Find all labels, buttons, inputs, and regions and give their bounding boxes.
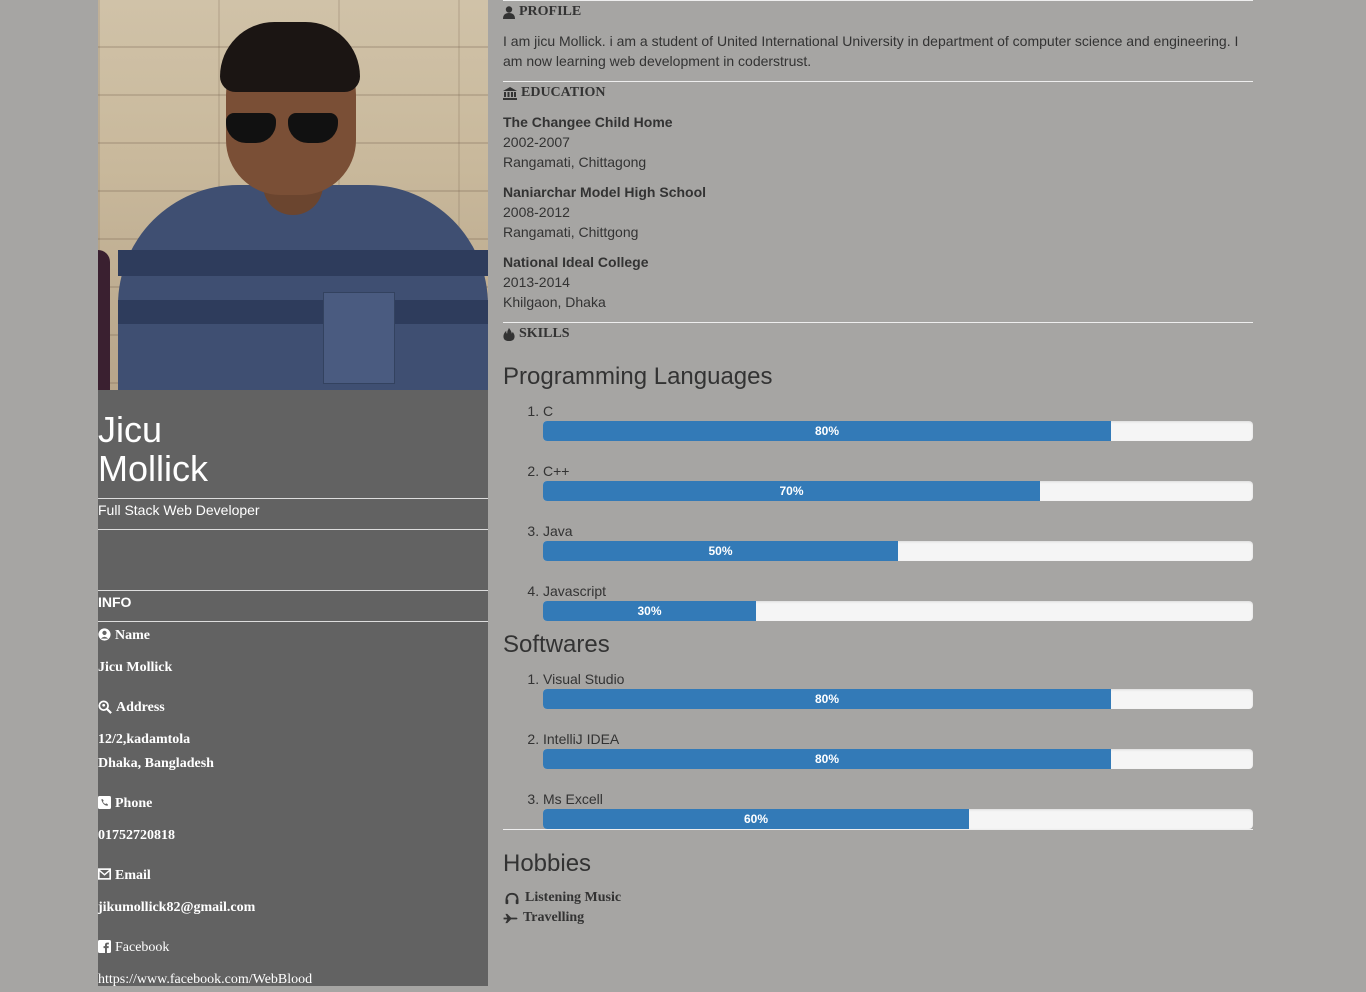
programming-list: C 80% C++ 70% Java 50% Javascript 30% [503, 401, 1253, 641]
skills-heading-text: SKILLS [519, 326, 570, 341]
school-place: Rangamati, Chittagong [503, 154, 647, 170]
skill-name: Ms Excell [543, 791, 603, 807]
progress-bar: 70% [543, 481, 1253, 501]
info-section: Name Jicu Mollick Address 12/2,kadamtola… [98, 628, 488, 992]
skill-name: Javascript [543, 583, 607, 599]
progress-bar: 80% [543, 421, 1253, 441]
bank-icon [503, 86, 517, 100]
software-list: Visual Studio 80% IntelliJ IDEA 80% Ms Excel… [503, 669, 1253, 849]
envelope-icon [98, 868, 111, 880]
school-years: 2008-2012 [503, 204, 570, 220]
user-circle-icon [98, 628, 111, 641]
education-item: Naniarchar Model High School 2008-2012 Ran… [503, 182, 1253, 242]
full-name: Jicu Mollick [98, 410, 488, 488]
progress-bar: 80% [543, 749, 1253, 769]
education-heading: EDUCATION [503, 82, 1253, 104]
search-location-icon [98, 700, 112, 714]
name-label: Name [115, 628, 150, 643]
programming-title: Programming Languages [503, 363, 773, 390]
progress-bar: 80% [543, 689, 1253, 709]
skill-item: Java 50% [543, 521, 1253, 581]
hobby-label: Listening Music [525, 890, 622, 905]
address-line2: Dhaka, Bangladesh [98, 756, 214, 771]
skill-item: IntelliJ IDEA 80% [543, 729, 1253, 789]
address-label: Address [116, 700, 165, 715]
school-years: 2002-2007 [503, 134, 570, 150]
skill-name: C [543, 403, 554, 419]
address-line1: 12/2,kadamtola [98, 732, 191, 747]
school-place: Rangamati, Chittgong [503, 224, 639, 240]
school-years: 2013-2014 [503, 274, 570, 290]
info-heading: INFO [98, 594, 132, 610]
skill-item: C 80% [543, 401, 1253, 461]
email-value[interactable]: jikumollick82@gmail.com [98, 896, 488, 920]
job-title: Full Stack Web Developer [98, 502, 260, 518]
progress-fill: 80% [543, 421, 1111, 441]
profile-heading: PROFILE [503, 1, 1253, 23]
education-list: The Changee Child Home 2002-2007 Rangamati… [503, 112, 1253, 312]
name-value: Jicu Mollick [98, 660, 173, 675]
profile-heading-text: PROFILE [519, 4, 582, 19]
facebook-label: Facebook [115, 940, 170, 955]
school-name: The Changee Child Home [503, 114, 673, 130]
profile-photo [98, 0, 488, 390]
skill-item: Visual Studio 80% [543, 669, 1253, 729]
progress-bar: 60% [543, 809, 1253, 829]
profile-text: I am jicu Mollick. i am a student of Uni… [503, 33, 1239, 69]
last-name: Mollick [98, 448, 209, 489]
software-title: Softwares [503, 631, 610, 658]
phone-square-icon [98, 796, 111, 809]
skill-name: Java [543, 523, 573, 539]
hobby-label: Travelling [523, 910, 585, 925]
education-item: The Changee Child Home 2002-2007 Rangamati… [503, 112, 1253, 172]
progress-fill: 80% [543, 689, 1111, 709]
school-name: National Ideal College [503, 254, 649, 270]
progress-fill: 30% [543, 601, 756, 621]
school-place: Khilgaon, Dhaka [503, 294, 606, 310]
main-content: PROFILE I am jicu Mollick. i am a studen… [503, 0, 1253, 928]
facebook-link[interactable]: https://www.facebook.com/WebBlood [98, 968, 488, 992]
skill-name: Visual Studio [543, 671, 625, 687]
skills-heading: SKILLS [503, 323, 1253, 345]
progress-bar: 50% [543, 541, 1253, 561]
fire-icon [503, 327, 515, 341]
education-item: National Ideal College 2013-2014 Khilgaon,… [503, 252, 1253, 312]
plane-icon [503, 913, 518, 923]
phone-value[interactable]: 01752720818 [98, 824, 488, 848]
skill-name: IntelliJ IDEA [543, 731, 620, 747]
education-heading-text: EDUCATION [521, 85, 606, 100]
progress-fill: 80% [543, 749, 1111, 769]
sidebar: Jicu Mollick Full Stack Web Developer IN… [98, 0, 488, 987]
phone-label: Phone [115, 796, 153, 811]
headphones-icon [505, 892, 519, 904]
user-icon [503, 5, 515, 19]
email-label: Email [115, 868, 151, 883]
skill-name: C++ [543, 463, 570, 479]
progress-fill: 50% [543, 541, 898, 561]
first-name: Jicu [98, 409, 163, 450]
facebook-square-icon [98, 940, 111, 953]
skill-item: C++ 70% [543, 461, 1253, 521]
hobby-item: Listening Music [503, 888, 1253, 908]
progress-fill: 70% [543, 481, 1040, 501]
school-name: Naniarchar Model High School [503, 184, 707, 200]
progress-bar: 30% [543, 601, 1253, 621]
hobbies-title: Hobbies [503, 850, 592, 877]
progress-fill: 60% [543, 809, 969, 829]
hobby-item: Travelling [503, 908, 1253, 928]
